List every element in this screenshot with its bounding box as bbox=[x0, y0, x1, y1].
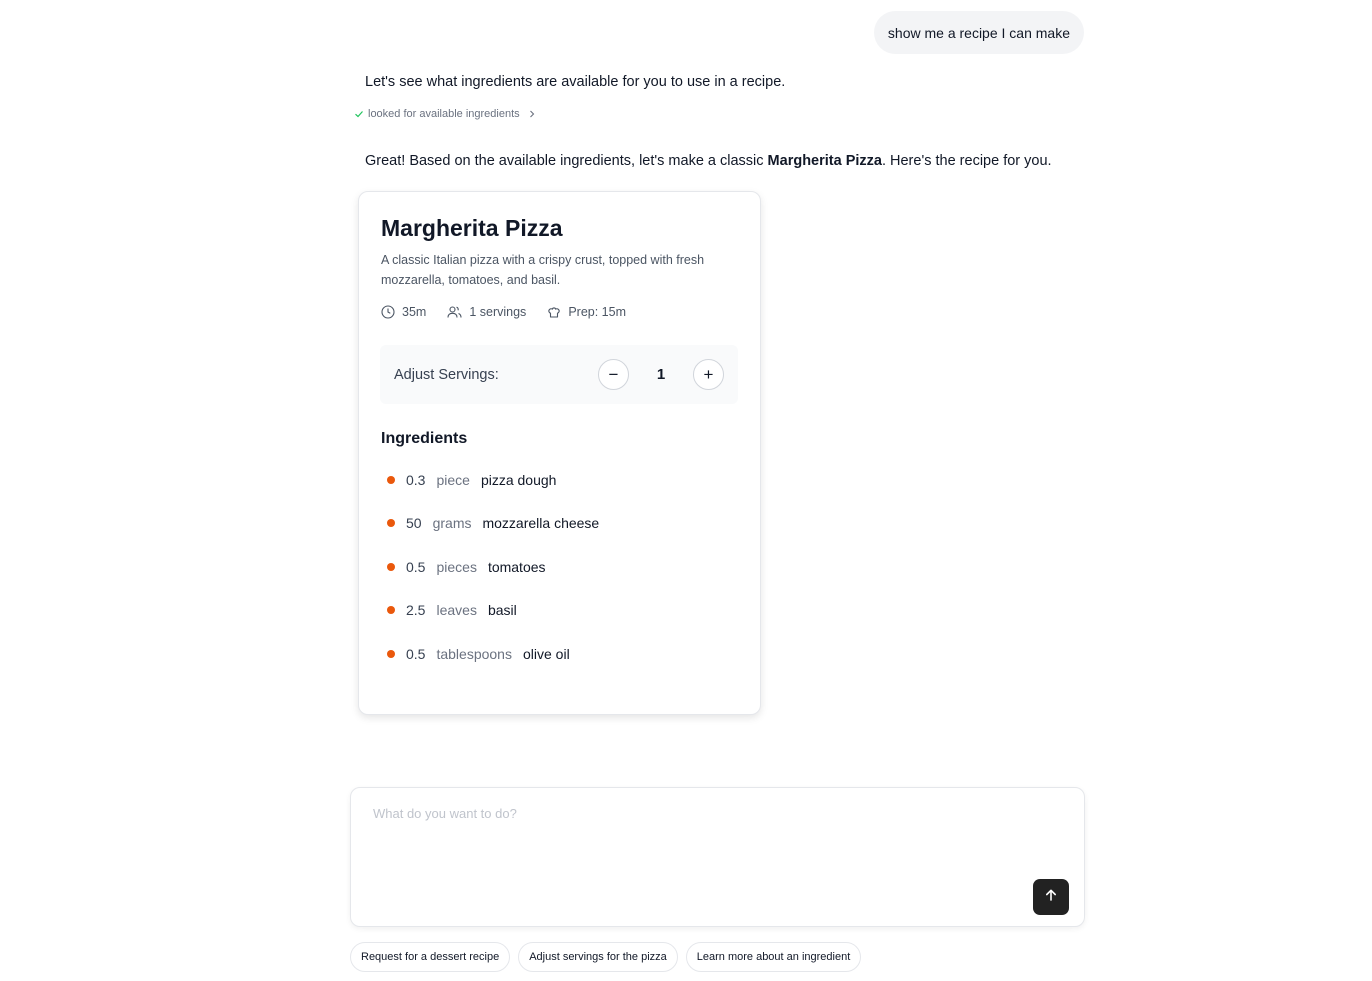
chef-hat-icon bbox=[547, 305, 561, 319]
message-2-prefix: Great! Based on the available ingredient… bbox=[365, 153, 768, 169]
recipe-description: A classic Italian pizza with a crispy cr… bbox=[381, 253, 705, 287]
suggestion-learn-ingredient[interactable]: Learn more about an ingredient bbox=[685, 942, 862, 972]
ingredient-quantity: 0.5 bbox=[406, 558, 426, 575]
ingredient-unit: tablespoons bbox=[436, 645, 512, 662]
ingredient-unit: pieces bbox=[436, 558, 477, 575]
recipe-meta: 35m 1 servings Prep: 15m bbox=[381, 305, 647, 319]
ingredient-item: 2.5 leaves basil bbox=[387, 600, 599, 620]
bullet-dot-icon bbox=[387, 519, 395, 528]
meta-prep: Prep: 15m bbox=[547, 305, 626, 319]
suggestion-chips: Request for a dessert recipe Adjust serv… bbox=[350, 942, 862, 972]
meta-servings-label: 1 servings bbox=[469, 305, 527, 319]
ingredient-name: basil bbox=[487, 602, 517, 619]
message-2-suffix: . Here's the recipe for you. bbox=[881, 153, 1052, 169]
ingredient-item: 0.5 tablespoons olive oil bbox=[387, 644, 599, 664]
message-composer bbox=[350, 787, 1085, 927]
bullet-dot-icon bbox=[387, 562, 395, 571]
user-message-text: show me a recipe I can make bbox=[887, 24, 1070, 41]
suggestion-adjust-servings[interactable]: Adjust servings for the pizza bbox=[518, 942, 678, 972]
suggestion-dessert-recipe[interactable]: Request for a dessert recipe bbox=[350, 942, 511, 972]
ingredient-unit: piece bbox=[436, 472, 470, 488]
bullet-dot-icon bbox=[387, 649, 395, 658]
ingredient-name: mozzarella cheese bbox=[482, 515, 600, 532]
adjust-servings-panel: Adjust Servings: − 1 + bbox=[380, 345, 738, 404]
ingredient-quantity: 50 bbox=[406, 515, 422, 532]
ingredients-heading: Ingredients bbox=[381, 430, 468, 447]
decrease-servings-button[interactable]: − bbox=[598, 359, 629, 390]
ingredient-quantity: 0.3 bbox=[406, 472, 426, 488]
send-button[interactable] bbox=[1033, 879, 1069, 915]
bullet-dot-icon bbox=[387, 606, 395, 615]
ingredient-quantity: 0.5 bbox=[406, 645, 426, 662]
servings-count: 1 bbox=[656, 366, 666, 383]
check-icon bbox=[354, 109, 364, 119]
ingredient-quantity: 2.5 bbox=[406, 602, 426, 619]
adjust-servings-label: Adjust Servings: bbox=[394, 366, 499, 383]
meta-time-label: 35m bbox=[402, 305, 427, 319]
arrow-up-icon bbox=[1044, 888, 1058, 907]
message-input[interactable] bbox=[373, 806, 1023, 866]
chevron-right-icon bbox=[528, 109, 536, 119]
ingredient-name: olive oil bbox=[522, 645, 570, 662]
users-icon bbox=[447, 305, 462, 319]
minus-icon: − bbox=[608, 365, 619, 384]
assistant-message-2: Great! Based on the available ingredient… bbox=[365, 153, 1052, 169]
ingredient-unit: grams bbox=[432, 515, 472, 532]
ingredient-unit: leaves bbox=[436, 602, 477, 619]
meta-servings: 1 servings bbox=[447, 305, 526, 319]
increase-servings-button[interactable]: + bbox=[693, 359, 724, 390]
tool-status-label: looked for available ingredients bbox=[368, 108, 520, 120]
ingredients-list: 0.3 piece pizza dough 50 grams mozzarell… bbox=[387, 470, 599, 687]
assistant-message-1: Let's see what ingredients are available… bbox=[365, 74, 786, 90]
recipe-title: Margherita Pizza bbox=[381, 215, 563, 241]
user-message-bubble: show me a recipe I can make bbox=[873, 11, 1084, 54]
ingredient-name: pizza dough bbox=[480, 472, 557, 488]
bullet-dot-icon bbox=[387, 476, 395, 484]
recipe-card: Margherita Pizza A classic Italian pizza… bbox=[358, 191, 761, 715]
ingredient-item: 50 grams mozzarella cheese bbox=[387, 513, 599, 533]
ingredient-item: 0.3 piece pizza dough bbox=[387, 470, 599, 490]
tool-status[interactable]: looked for available ingredients bbox=[354, 108, 536, 120]
clock-icon bbox=[381, 305, 395, 319]
plus-icon: + bbox=[703, 365, 714, 384]
ingredient-name: tomatoes bbox=[487, 558, 546, 575]
meta-time: 35m bbox=[381, 305, 426, 319]
ingredient-item: 0.5 pieces tomatoes bbox=[387, 557, 599, 577]
message-2-bold: Margherita Pizza bbox=[767, 153, 882, 169]
meta-prep-label: Prep: 15m bbox=[568, 305, 626, 319]
